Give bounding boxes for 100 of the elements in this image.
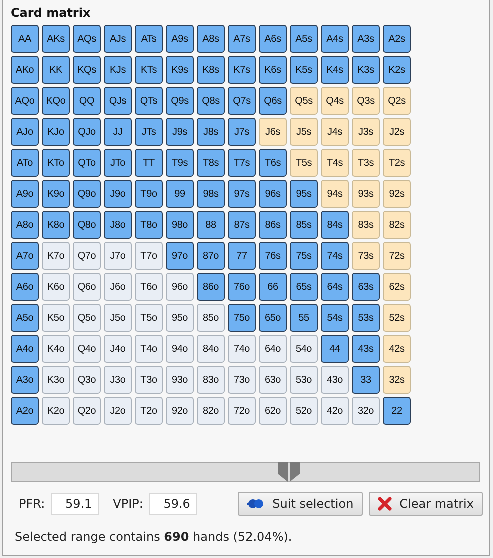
hand-cell[interactable]: T2s <box>383 149 411 177</box>
hand-cell[interactable]: 72s <box>383 242 411 270</box>
hand-cell[interactable]: A2s <box>383 25 411 53</box>
hand-cell[interactable]: 94s <box>321 180 349 208</box>
hand-cell[interactable]: 53o <box>290 366 318 394</box>
hand-cell[interactable]: K9s <box>166 56 194 84</box>
hand-cell[interactable]: K4s <box>321 56 349 84</box>
hand-cell[interactable]: 65o <box>259 304 287 332</box>
hand-cell[interactable]: K8s <box>197 56 225 84</box>
hand-cell[interactable]: 87o <box>197 242 225 270</box>
hand-cell[interactable]: 82o <box>197 397 225 425</box>
hand-cell[interactable]: J2o <box>104 397 132 425</box>
hand-cell[interactable]: Q8o <box>73 211 101 239</box>
hand-cell[interactable]: 74o <box>228 335 256 363</box>
hand-cell[interactable]: 76s <box>259 242 287 270</box>
suit-selection-button[interactable]: Suit selection <box>238 492 363 516</box>
hand-cell[interactable]: T4o <box>135 335 163 363</box>
hand-cell[interactable]: 84o <box>197 335 225 363</box>
hand-cell[interactable]: 99 <box>166 180 194 208</box>
hand-cell[interactable]: 86s <box>259 211 287 239</box>
hand-cell[interactable]: 22 <box>383 397 411 425</box>
hand-cell[interactable]: 97s <box>228 180 256 208</box>
hand-cell[interactable]: J4o <box>104 335 132 363</box>
hand-cell[interactable]: 33 <box>352 366 380 394</box>
clear-button[interactable]: Clear matrix <box>368 492 483 516</box>
hand-cell[interactable]: 95s <box>290 180 318 208</box>
hand-cell[interactable]: 96o <box>166 273 194 301</box>
hand-cell[interactable]: AKs <box>42 25 70 53</box>
hand-cell[interactable]: J3s <box>352 118 380 146</box>
hand-cell[interactable]: A2o <box>11 397 39 425</box>
hand-cell[interactable]: Q5o <box>73 304 101 332</box>
hand-cell[interactable]: QQ <box>73 87 101 115</box>
hand-cell[interactable]: J6s <box>259 118 287 146</box>
hand-cell[interactable]: JTs <box>135 118 163 146</box>
hand-cell[interactable]: JJ <box>104 118 132 146</box>
hand-cell[interactable]: 53s <box>352 304 380 332</box>
hand-cell[interactable]: KQo <box>42 87 70 115</box>
hand-cell[interactable]: T8s <box>197 149 225 177</box>
hand-cell[interactable]: 74s <box>321 242 349 270</box>
hand-cell[interactable]: 98o <box>166 211 194 239</box>
hand-cell[interactable]: J4s <box>321 118 349 146</box>
hand-cell[interactable]: 76o <box>228 273 256 301</box>
hand-cell[interactable]: QJo <box>73 118 101 146</box>
hand-cell[interactable]: 88 <box>197 211 225 239</box>
hand-cell[interactable]: 87s <box>228 211 256 239</box>
hand-cell[interactable]: T5o <box>135 304 163 332</box>
hand-cell[interactable]: K5o <box>42 304 70 332</box>
hand-cell[interactable]: Q7o <box>73 242 101 270</box>
hand-cell[interactable]: Q9s <box>166 87 194 115</box>
hand-cell[interactable]: 62o <box>259 397 287 425</box>
hand-cell[interactable]: Q2o <box>73 397 101 425</box>
hand-cell[interactable]: 83s <box>352 211 380 239</box>
hand-cell[interactable]: A3s <box>352 25 380 53</box>
hand-cell[interactable]: 43s <box>352 335 380 363</box>
hand-cell[interactable]: J8o <box>104 211 132 239</box>
hand-cell[interactable]: J8s <box>197 118 225 146</box>
hand-cell[interactable]: 98s <box>197 180 225 208</box>
hand-cell[interactable]: 93s <box>352 180 380 208</box>
hand-cell[interactable]: 65s <box>290 273 318 301</box>
hand-cell[interactable]: T7o <box>135 242 163 270</box>
hand-cell[interactable]: 85s <box>290 211 318 239</box>
hand-cell[interactable]: T6o <box>135 273 163 301</box>
hand-cell[interactable]: K9o <box>42 180 70 208</box>
hand-cell[interactable]: 55 <box>290 304 318 332</box>
hand-cell[interactable]: 73s <box>352 242 380 270</box>
hand-cell[interactable]: Q8s <box>197 87 225 115</box>
hand-cell[interactable]: 75o <box>228 304 256 332</box>
hand-cell[interactable]: K6s <box>259 56 287 84</box>
hand-cell[interactable]: 42s <box>383 335 411 363</box>
slider-handle[interactable] <box>290 462 300 482</box>
hand-cell[interactable]: 52s <box>383 304 411 332</box>
hand-cell[interactable]: Q7s <box>228 87 256 115</box>
hand-cell[interactable]: 73o <box>228 366 256 394</box>
hand-cell[interactable]: Q3o <box>73 366 101 394</box>
hand-cell[interactable]: Q4s <box>321 87 349 115</box>
hand-cell[interactable]: J9o <box>104 180 132 208</box>
hand-cell[interactable]: AJs <box>104 25 132 53</box>
hand-cell[interactable]: T9o <box>135 180 163 208</box>
hand-cell[interactable]: 83o <box>197 366 225 394</box>
hand-cell[interactable]: 63o <box>259 366 287 394</box>
hand-cell[interactable]: ATs <box>135 25 163 53</box>
hand-cell[interactable]: Q4o <box>73 335 101 363</box>
hand-cell[interactable]: A5o <box>11 304 39 332</box>
hand-cell[interactable]: K7o <box>42 242 70 270</box>
hand-cell[interactable]: 52o <box>290 397 318 425</box>
hand-cell[interactable]: K3s <box>352 56 380 84</box>
hand-cell[interactable]: J3o <box>104 366 132 394</box>
hand-cell[interactable]: 84s <box>321 211 349 239</box>
hand-cell[interactable]: A6o <box>11 273 39 301</box>
hand-cell[interactable]: 82s <box>383 211 411 239</box>
hand-cell[interactable]: 44 <box>321 335 349 363</box>
hand-cell[interactable]: 95o <box>166 304 194 332</box>
hand-cell[interactable]: A9o <box>11 180 39 208</box>
hand-cell[interactable]: T7s <box>228 149 256 177</box>
hand-cell[interactable]: 85o <box>197 304 225 332</box>
hand-cell[interactable]: AA <box>11 25 39 53</box>
hand-cell[interactable]: K7s <box>228 56 256 84</box>
hand-cell[interactable]: T5s <box>290 149 318 177</box>
hand-cell[interactable]: QTo <box>73 149 101 177</box>
hand-cell[interactable]: J9s <box>166 118 194 146</box>
